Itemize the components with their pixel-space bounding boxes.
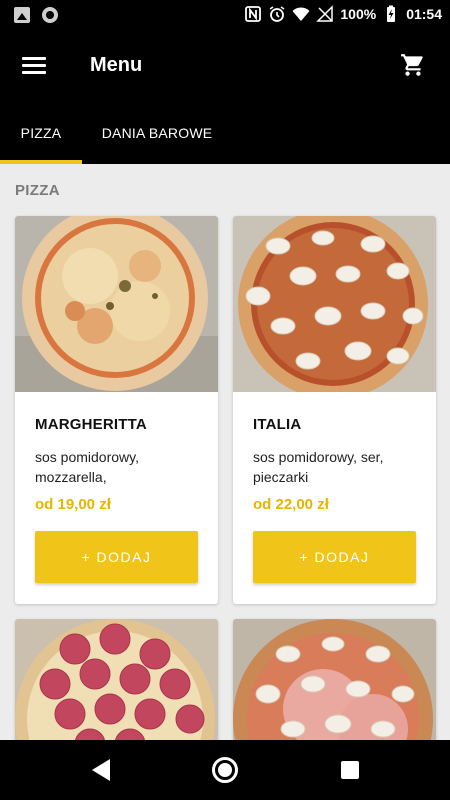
- product-price: od 19,00 zł: [35, 496, 111, 513]
- gallery-notification-icon: [14, 7, 30, 23]
- salami-pizza-photo: [15, 619, 218, 740]
- back-icon[interactable]: [90, 758, 112, 782]
- system-navigation-bar: [0, 740, 450, 800]
- product-name: ITALIA: [253, 416, 302, 433]
- record-notification-icon: [42, 7, 58, 23]
- product-card-italia[interactable]: ITALIA sos pomidorowy, ser, pieczarki od…: [233, 216, 436, 604]
- status-bar: 100% 01:54: [0, 0, 450, 30]
- recent-apps-icon[interactable]: [341, 761, 359, 779]
- page-title: Menu: [90, 54, 143, 76]
- app-bar: Menu: [0, 30, 450, 102]
- wifi-icon: [292, 5, 310, 23]
- tab-dania-barowe[interactable]: DANIA BAROWE: [82, 102, 232, 164]
- product-description: sos pomidorowy, mozzarella,: [35, 449, 140, 485]
- nfc-icon: [244, 5, 262, 23]
- category-tabs: PIZZA DANIA BAROWE: [0, 102, 450, 164]
- add-to-cart-button[interactable]: + DODAJ: [35, 531, 198, 583]
- product-card-salami[interactable]: [15, 619, 218, 740]
- alarm-icon: [268, 5, 286, 23]
- product-name: MARGHERITTA: [35, 416, 147, 433]
- battery-charging-icon: [382, 5, 400, 23]
- product-card-margheritta[interactable]: MARGHERITTA sos pomidorowy, mozzarella, …: [15, 216, 218, 604]
- tab-pizza[interactable]: PIZZA: [0, 102, 82, 164]
- menu-list[interactable]: PIZZA MARGHERITTA sos pomidorowy, mozzar…: [0, 164, 450, 740]
- product-card-ham-mushroom[interactable]: [233, 619, 436, 740]
- clock: 01:54: [406, 6, 442, 22]
- add-to-cart-button[interactable]: + DODAJ: [253, 531, 416, 583]
- no-signal-icon: [316, 5, 334, 23]
- product-description: sos pomidorowy, ser, pieczarki: [253, 449, 384, 485]
- hamburger-menu-icon[interactable]: [22, 54, 48, 76]
- margherita-pizza-photo: [15, 216, 218, 392]
- mushroom-pizza-photo: [233, 216, 436, 392]
- section-title: PIZZA: [15, 182, 60, 199]
- product-price: od 22,00 zł: [253, 496, 329, 513]
- battery-percent: 100%: [340, 6, 377, 22]
- ham-mushroom-pizza-photo: [233, 619, 436, 740]
- shopping-cart-icon[interactable]: [400, 52, 426, 78]
- home-icon[interactable]: [212, 757, 238, 783]
